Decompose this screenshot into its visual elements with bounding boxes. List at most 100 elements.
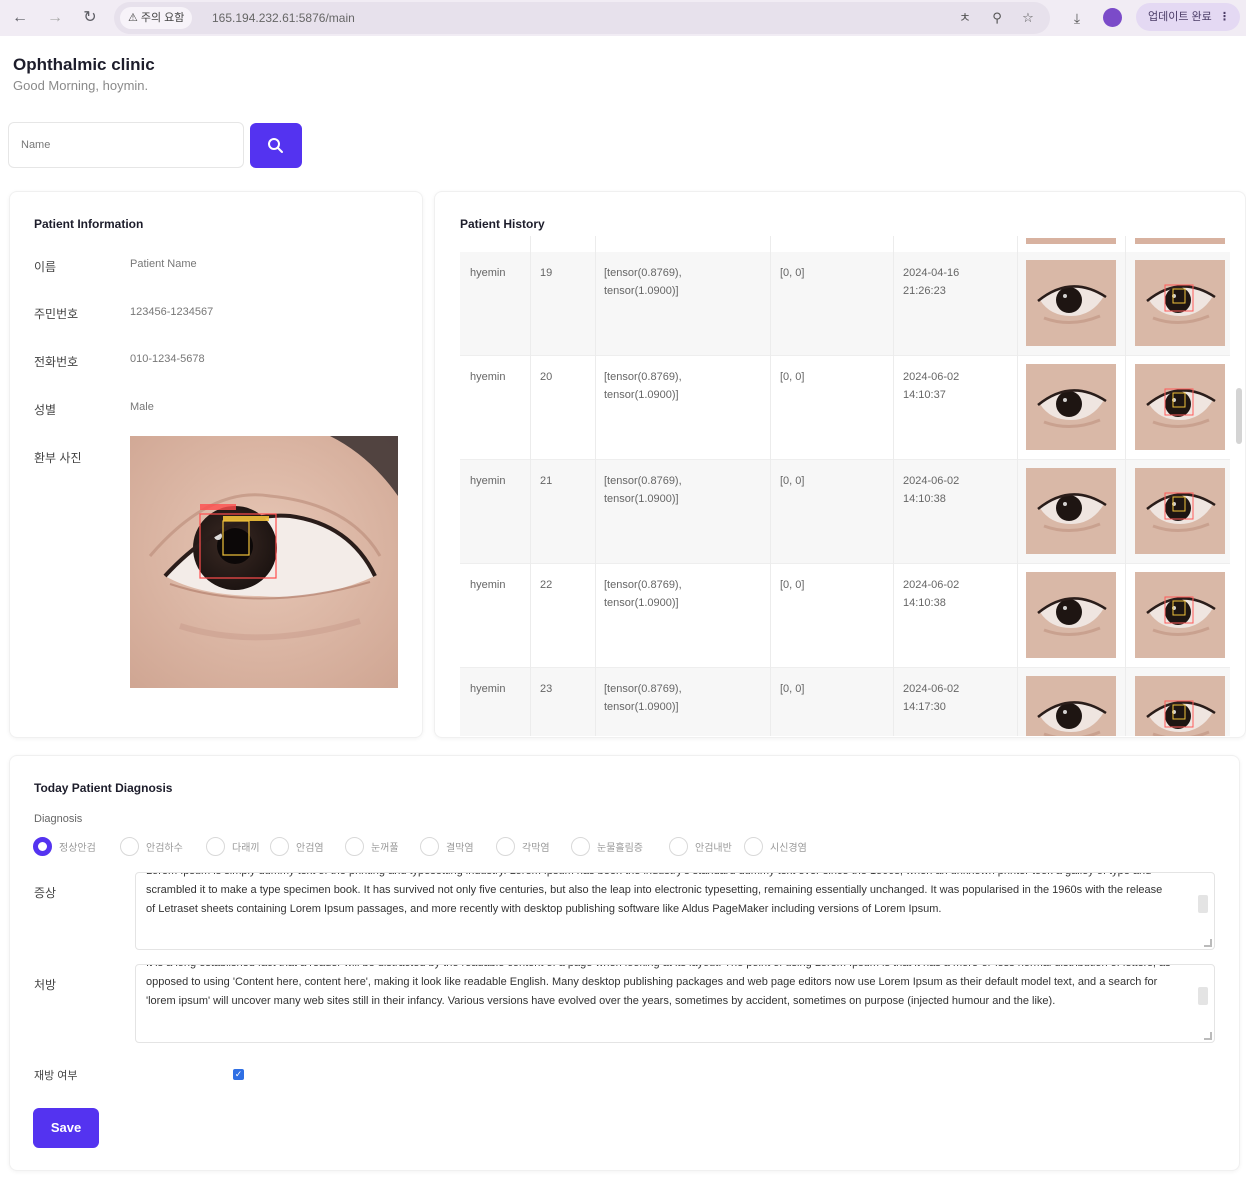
tensor-line: [tensor(0.8769), [604, 267, 682, 279]
date-line: 2024-06-02 [903, 579, 960, 591]
radio-circle [744, 837, 763, 856]
history-annotated-thumbnail[interactable] [1135, 676, 1225, 736]
radio-label: 안검하수 [146, 843, 183, 854]
app-title: Ophthalmic clinic [13, 55, 155, 74]
history-original-thumbnail[interactable] [1026, 676, 1116, 736]
history-pair-cell: [0, 0] [780, 475, 805, 487]
table-row[interactable]: hyemin 20 [tensor(0.8769), tensor(1.0900)… [460, 356, 1230, 460]
tensor-line: tensor(1.0900)] [604, 597, 679, 609]
gender-value: Male [130, 401, 154, 413]
affected-photo-label: 환부 사진 [34, 451, 82, 465]
radio-label: 안검염 [296, 843, 324, 854]
tensor-line: [tensor(0.8769), [604, 579, 682, 591]
back-arrow-icon[interactable]: ← [8, 6, 32, 30]
translate-icon[interactable]: ㅊ [954, 8, 976, 28]
history-name-cell: hyemin [470, 475, 506, 487]
security-chip[interactable]: ⚠ 주의 요함 [120, 7, 193, 29]
radio-label: 각막염 [522, 843, 550, 854]
zoom-icon[interactable]: ⚲ [986, 8, 1008, 28]
radio-circle [206, 837, 225, 856]
column-divider [1017, 236, 1018, 736]
browser-toolbar: ← → ↻ ⚠ 주의 요함 165.194.232.61:5876/main ㅊ … [0, 0, 1246, 36]
save-button[interactable]: Save [33, 1108, 99, 1148]
address-bar[interactable]: ⚠ 주의 요함 165.194.232.61:5876/main ㅊ ⚲ ☆ [114, 2, 1050, 34]
radio-label: 결막염 [446, 843, 474, 854]
history-datetime-cell: 2024-06-02 14:10:38 [903, 576, 959, 612]
table-row[interactable]: hyemin 23 [tensor(0.8769), tensor(1.0900)… [460, 668, 1230, 736]
radio-circle [571, 837, 590, 856]
bookmark-star-icon[interactable]: ☆ [1017, 8, 1039, 28]
tensor-line: tensor(1.0900)] [604, 285, 679, 297]
history-tensor-cell: [tensor(0.8769), tensor(1.0900)] [604, 680, 682, 716]
download-icon[interactable]: ⤓ [1065, 6, 1089, 30]
reload-icon[interactable]: ↻ [78, 6, 102, 30]
history-annotated-thumbnail[interactable] [1135, 572, 1225, 658]
history-annotated-thumbnail[interactable] [1135, 468, 1225, 554]
history-original-thumbnail[interactable] [1026, 468, 1116, 554]
column-divider [530, 236, 531, 736]
search-button[interactable] [250, 123, 302, 168]
history-annotated-thumbnail[interactable] [1135, 364, 1225, 450]
profile-avatar[interactable] [1103, 8, 1122, 27]
radio-label: 안검내반 [695, 843, 732, 854]
history-original-thumbnail[interactable] [1026, 260, 1116, 346]
checkmark-icon: ✓ [234, 1069, 243, 1079]
radio-label: 눈물흘림증 [597, 843, 643, 854]
history-original-thumbnail[interactable] [1026, 364, 1116, 450]
radio-circle [496, 837, 515, 856]
revisit-checkbox[interactable]: ✓ [233, 1069, 244, 1080]
patient-info-title: Patient Information [34, 217, 144, 231]
security-label: 주의 요함 [140, 12, 185, 24]
greeting-text: Good Morning, hoymin. [13, 78, 149, 93]
kebab-menu-icon[interactable]: ⋮ [1219, 3, 1230, 31]
resize-grip-icon[interactable] [1204, 939, 1212, 947]
table-row[interactable]: hyemin 19 [tensor(0.8769), tensor(1.0900)… [460, 252, 1230, 356]
history-tensor-cell: [tensor(0.8769), tensor(1.0900)] [604, 472, 682, 508]
update-label: 업데이트 완료 [1148, 11, 1212, 23]
history-datetime-cell: 2024-06-02 14:17:30 [903, 680, 959, 716]
history-datetime-cell: 2024-04-16 21:26:23 [903, 264, 959, 300]
history-pair-cell: [0, 0] [780, 579, 805, 591]
url-text[interactable]: 165.194.232.61:5876/main [212, 2, 355, 34]
name-value: Patient Name [130, 258, 197, 270]
prescription-textarea[interactable]: It is a long established fact that a rea… [135, 964, 1215, 1043]
radio-label: 정상안검 [59, 843, 96, 854]
table-row[interactable]: hyemin 21 [tensor(0.8769), tensor(1.0900)… [460, 460, 1230, 564]
history-scrollbar[interactable] [1236, 388, 1242, 444]
forward-arrow-icon[interactable]: → [43, 6, 67, 30]
table-row[interactable]: hyemin 22 [tensor(0.8769), tensor(1.0900)… [460, 564, 1230, 668]
history-name-cell: hyemin [470, 267, 506, 279]
history-pair-cell: [0, 0] [780, 683, 805, 695]
affected-area-photo [130, 436, 398, 688]
name-search-input[interactable] [8, 122, 244, 168]
radio-label: 다래끼 [232, 843, 260, 854]
resize-grip-icon[interactable] [1204, 1032, 1212, 1040]
textarea-scrollbar[interactable] [1198, 895, 1208, 913]
date-line: 2024-06-02 [903, 371, 960, 383]
prescription-text: It is a long established fact that a rea… [146, 965, 1171, 1007]
resident-number-label: 주민번호 [34, 307, 79, 321]
history-id-cell: 23 [540, 683, 553, 695]
time-line: 14:10:37 [903, 389, 946, 401]
column-divider [893, 236, 894, 736]
history-name-cell: hyemin [470, 683, 506, 695]
tensor-line: [tensor(0.8769), [604, 371, 682, 383]
radio-circle [420, 837, 439, 856]
date-line: 2024-06-02 [903, 683, 960, 695]
gender-label: 성별 [34, 403, 57, 417]
history-original-thumbnail[interactable] [1026, 572, 1116, 658]
history-pair-cell: [0, 0] [780, 371, 805, 383]
tensor-line: [tensor(0.8769), [604, 475, 682, 487]
symptom-textarea[interactable]: Lorem Ipsum is simply dummy text of the … [135, 872, 1215, 950]
radio-circle [345, 837, 364, 856]
history-pair-cell: [0, 0] [780, 267, 805, 279]
history-annotated-thumbnail[interactable] [1135, 260, 1225, 346]
column-divider [1125, 236, 1126, 736]
symptom-label: 증상 [34, 886, 57, 900]
textarea-scrollbar[interactable] [1198, 987, 1208, 1005]
update-button[interactable]: 업데이트 완료 ⋮ [1136, 3, 1240, 31]
history-id-cell: 19 [540, 267, 553, 279]
phone-label: 전화번호 [34, 355, 79, 369]
history-table[interactable]: hyemin 19 [tensor(0.8769), tensor(1.0900)… [460, 236, 1230, 736]
radio-circle [120, 837, 139, 856]
